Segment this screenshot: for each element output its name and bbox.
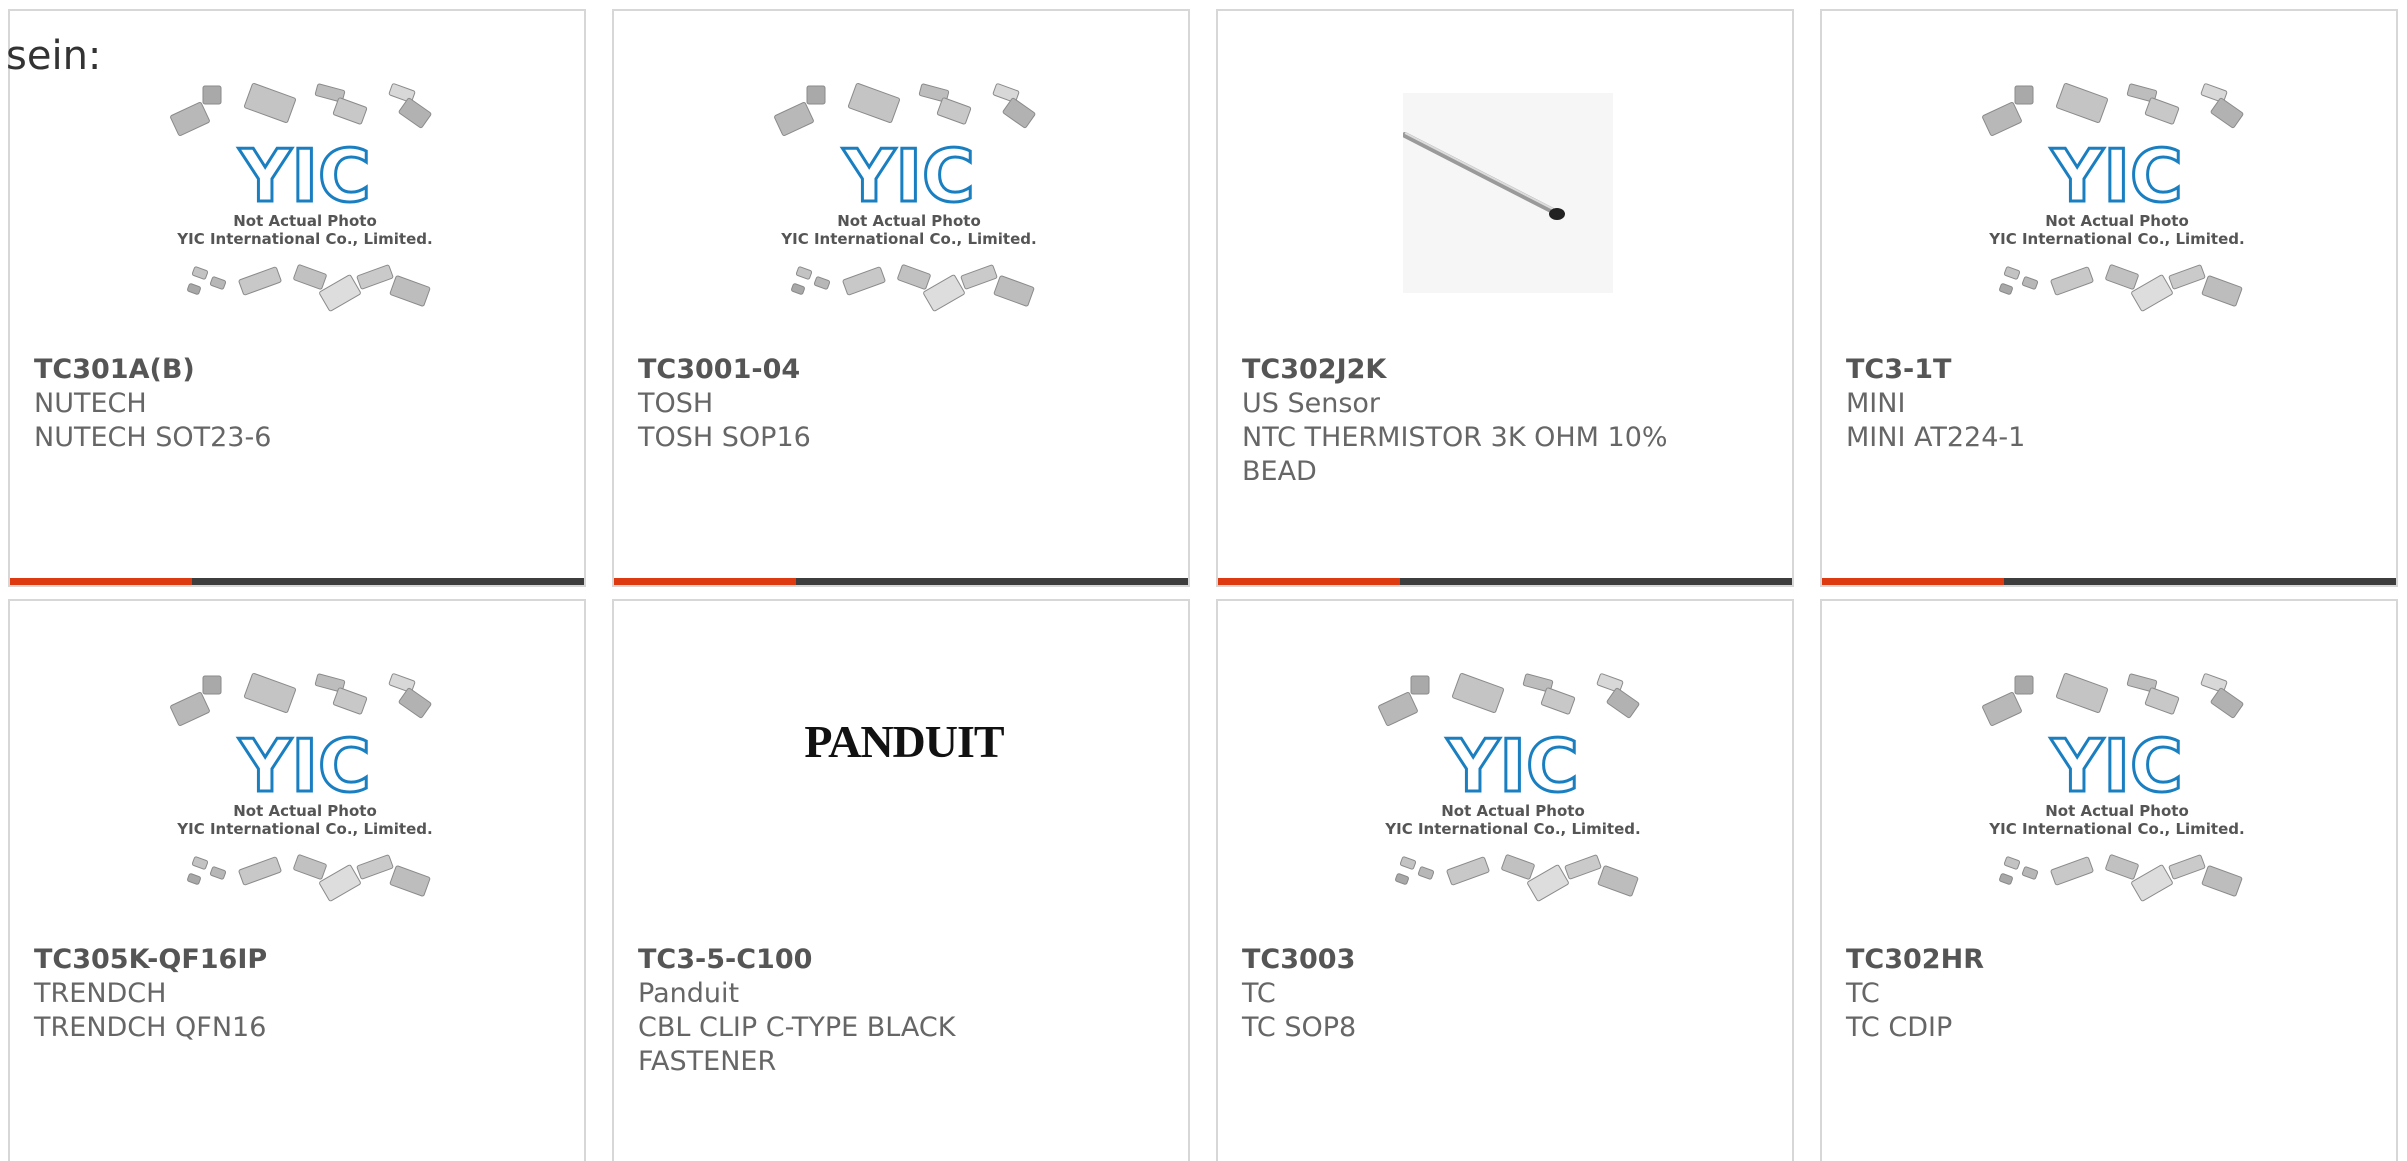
- card-footer-accent: [10, 578, 192, 585]
- product-description: NUTECH SOT23-6: [34, 422, 272, 453]
- svg-text:YIC International Co., Limited: YIC International Co., Limited.: [1988, 230, 2244, 248]
- card-footer-bar: [1218, 578, 1792, 585]
- svg-text:Not Actual Photo: Not Actual Photo: [1441, 802, 1585, 820]
- product-info: TC302HR TC TC CDIP: [1846, 943, 2276, 1045]
- placeholder-image: YICNot Actual PhotoYIC International Co.…: [1982, 672, 2245, 902]
- product-grid-page: sein: YIC Not Actual Photo YIC Internation…: [0, 0, 2407, 1161]
- product-card[interactable]: YIC Not Actual Photo YIC International Co.…: [8, 9, 586, 587]
- yic-logo: YIC: [2050, 134, 2183, 218]
- product-card[interactable]: YIC Not Actual Photo YIC International Co.…: [612, 9, 1190, 587]
- svg-text:Not Actual Photo: Not Actual Photo: [2045, 802, 2189, 820]
- part-number[interactable]: TC3003: [1242, 943, 1672, 977]
- card-footer-accent: [1218, 578, 1400, 585]
- product-card[interactable]: YIC Not Actual Photo YIC International Co.…: [1216, 599, 1794, 1161]
- product-card[interactable]: PANDUIT TC3-5-C100 Panduit CBL CLIP C-TYPE …: [612, 599, 1190, 1161]
- product-description: TC CDIP: [1846, 1012, 1953, 1043]
- svg-text:Not Actual Photo: Not Actual Photo: [837, 212, 981, 230]
- yic-logo: YIC: [2050, 724, 2183, 808]
- product-card[interactable]: YIC Not Actual Photo YIC International Co.…: [8, 599, 586, 1161]
- svg-text:PANDUIT: PANDUIT: [804, 716, 1003, 767]
- product-image[interactable]: YIC Not Actual Photo YIC International Co.…: [1822, 81, 2396, 355]
- yic-logo: YIC: [842, 134, 975, 218]
- card-footer-accent: [614, 578, 796, 585]
- product-description: TC SOP8: [1242, 1012, 1357, 1043]
- brand-name: Panduit: [638, 978, 740, 1009]
- product-image[interactable]: YIC Not Actual Photo YIC International Co.…: [10, 81, 584, 355]
- card-footer-bar: [614, 578, 1188, 585]
- brand-name: TC: [1242, 978, 1276, 1009]
- part-number[interactable]: TC3-1T: [1846, 353, 2276, 387]
- product-image[interactable]: YIC Not Actual Photo YIC International Co.…: [1822, 671, 2396, 945]
- product-info: TC301A(B) NUTECH NUTECH SOT23-6: [34, 353, 464, 455]
- svg-text:Not Actual Photo: Not Actual Photo: [233, 802, 377, 820]
- product-info: TC305K-QF16IP TRENDCH TRENDCH QFN16: [34, 943, 464, 1045]
- product-image[interactable]: YIC Not Actual Photo YIC International Co.…: [1218, 671, 1792, 945]
- product-description: MINI AT224-1: [1846, 422, 2026, 453]
- thermistor-photo: [1403, 93, 1613, 293]
- brand-name: MINI: [1846, 388, 1906, 419]
- svg-text:YIC International Co., Limited: YIC International Co., Limited.: [1384, 820, 1640, 838]
- svg-text:YIC International Co., Limited: YIC International Co., Limited.: [1988, 820, 2244, 838]
- card-footer-bar: [10, 578, 584, 585]
- product-card[interactable]: YIC Not Actual Photo YIC International Co.…: [1820, 599, 2398, 1161]
- intro-text: sein:: [6, 33, 102, 79]
- part-number[interactable]: TC3-5-C100: [638, 943, 1068, 977]
- brand-name: US Sensor: [1242, 388, 1381, 419]
- placeholder-image: YICNot Actual PhotoYIC International Co.…: [170, 82, 433, 312]
- brand-name: TC: [1846, 978, 1880, 1009]
- product-card[interactable]: TC302J2K US Sensor NTC THERMISTOR 3K OHM 1…: [1216, 9, 1794, 587]
- product-info: TC3-1T MINI MINI AT224-1: [1846, 353, 2276, 455]
- placeholder-image: YICNot Actual PhotoYIC International Co.…: [1982, 82, 2245, 312]
- brand-name: TRENDCH: [34, 978, 167, 1009]
- product-info: TC3-5-C100 Panduit CBL CLIP C-TYPE BLACK F…: [638, 943, 1068, 1079]
- brand-name: NUTECH: [34, 388, 147, 419]
- svg-text:YIC International Co., Limited: YIC International Co., Limited.: [176, 230, 432, 248]
- product-info: TC3003 TC TC SOP8: [1242, 943, 1672, 1045]
- part-number[interactable]: TC301A(B): [34, 353, 464, 387]
- yic-logo: YIC: [238, 134, 371, 218]
- brand-name: TOSH: [638, 388, 714, 419]
- product-image[interactable]: [1218, 81, 1792, 355]
- part-number[interactable]: TC305K-QF16IP: [34, 943, 464, 977]
- svg-text:YIC International Co., Limited: YIC International Co., Limited.: [780, 230, 1036, 248]
- yic-logo: YIC: [238, 724, 371, 808]
- yic-logo: YIC: [1446, 724, 1579, 808]
- product-image[interactable]: PANDUIT: [614, 671, 1188, 945]
- product-info: TC302J2K US Sensor NTC THERMISTOR 3K OHM 1…: [1242, 353, 1672, 489]
- part-number[interactable]: TC3001-04: [638, 353, 1068, 387]
- svg-text:Not Actual Photo: Not Actual Photo: [2045, 212, 2189, 230]
- placeholder-image: YICNot Actual PhotoYIC International Co.…: [1378, 672, 1641, 902]
- placeholder-image: YICNot Actual PhotoYIC International Co.…: [774, 82, 1037, 312]
- product-info: TC3001-04 TOSH TOSH SOP16: [638, 353, 1068, 455]
- product-image[interactable]: YIC Not Actual Photo YIC International Co.…: [10, 671, 584, 945]
- card-footer-bar: [1822, 578, 2396, 585]
- card-footer-accent: [1822, 578, 2004, 585]
- placeholder-image: YICNot Actual PhotoYIC International Co.…: [170, 672, 433, 902]
- product-description: TOSH SOP16: [638, 422, 811, 453]
- product-description: TRENDCH QFN16: [34, 1012, 267, 1043]
- product-image[interactable]: YIC Not Actual Photo YIC International Co.…: [614, 81, 1188, 355]
- product-description: CBL CLIP C-TYPE BLACK FASTENER: [638, 1012, 956, 1077]
- svg-text:Not Actual Photo: Not Actual Photo: [233, 212, 377, 230]
- part-number[interactable]: TC302J2K: [1242, 353, 1672, 387]
- product-description: NTC THERMISTOR 3K OHM 10% BEAD: [1242, 422, 1668, 487]
- panduit-logo: PANDUIT: [804, 716, 1004, 767]
- part-number[interactable]: TC302HR: [1846, 943, 2276, 977]
- product-card[interactable]: YIC Not Actual Photo YIC International Co.…: [1820, 9, 2398, 587]
- svg-text:YIC International Co., Limited: YIC International Co., Limited.: [176, 820, 432, 838]
